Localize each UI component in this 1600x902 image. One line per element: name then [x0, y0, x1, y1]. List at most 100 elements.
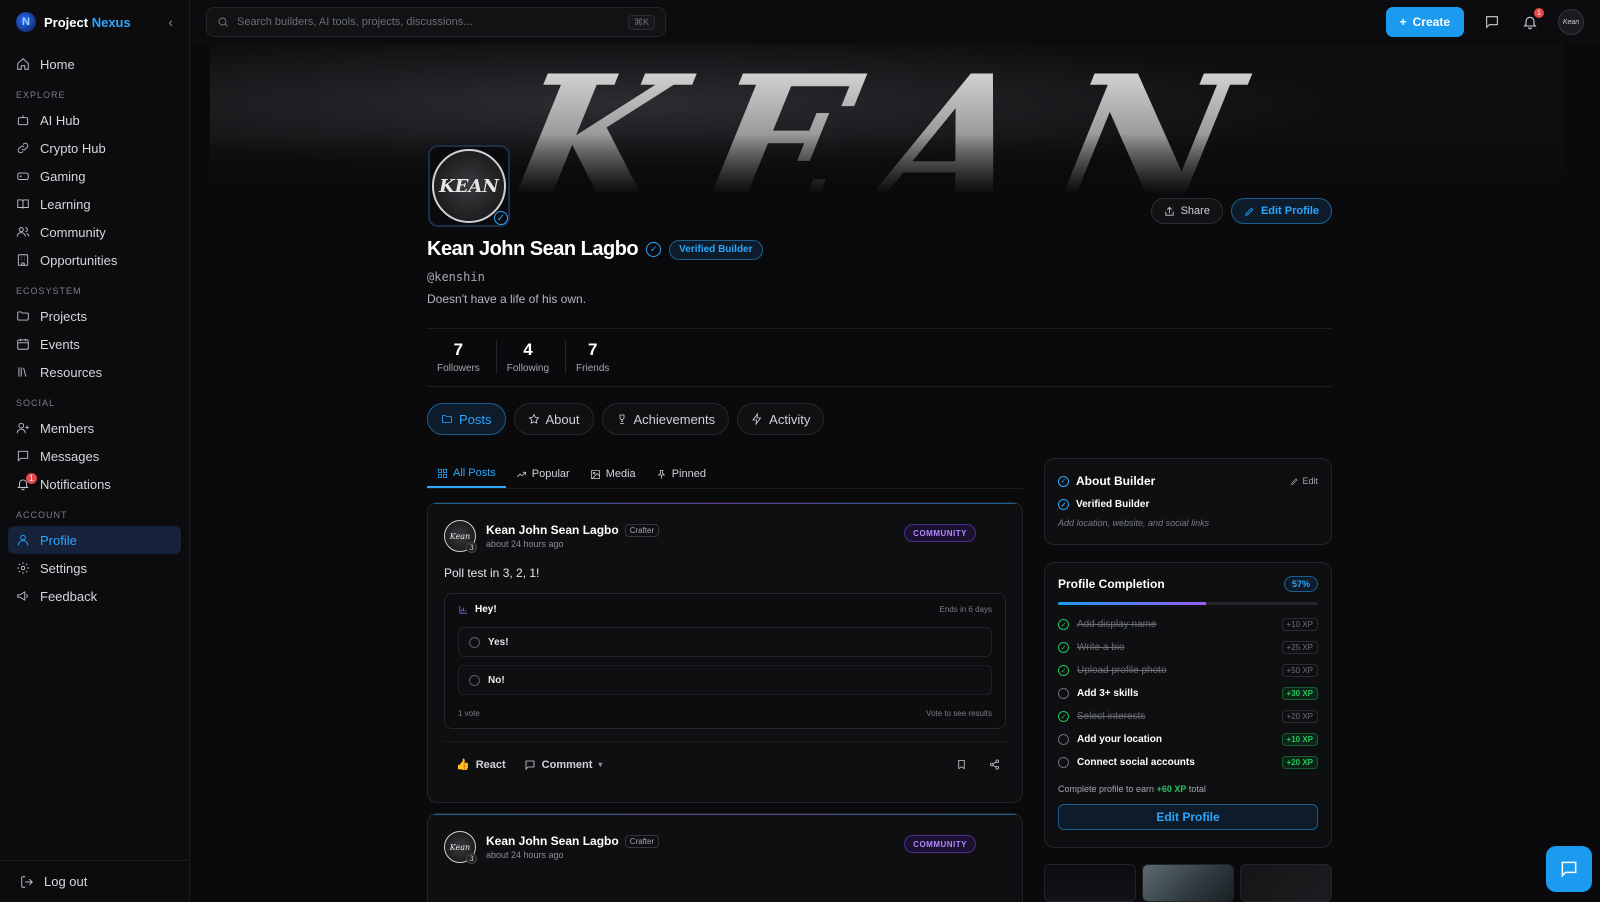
- logout-button[interactable]: Log out: [0, 860, 190, 902]
- profile-avatar-image: KEAN: [432, 149, 506, 223]
- post-author-name[interactable]: Kean John Sean Lagbo: [486, 834, 619, 848]
- tab-posts[interactable]: Posts: [427, 403, 506, 435]
- folder-icon: [17, 311, 29, 321]
- completion-edit-profile-button[interactable]: Edit Profile: [1058, 804, 1318, 830]
- tab-about[interactable]: About: [513, 403, 594, 435]
- share-icon[interactable]: [989, 759, 1000, 770]
- post-author-avatar[interactable]: Kean 3: [444, 520, 477, 553]
- search-bar[interactable]: ⌘K: [206, 7, 666, 37]
- stat-followers[interactable]: 7 Followers: [427, 340, 497, 374]
- home-icon: [17, 58, 29, 70]
- folder-icon: [442, 415, 452, 423]
- post-filter-tabs: All Posts Popular Media Pinned: [427, 460, 1023, 489]
- profile-banner: KEAN: [210, 44, 1565, 194]
- subtab-pinned[interactable]: Pinned: [646, 460, 716, 488]
- bookmark-icon[interactable]: [956, 759, 967, 770]
- check-circle-icon: ✓: [1058, 619, 1069, 630]
- media-thumbnail[interactable]: [1044, 864, 1136, 902]
- user-avatar-menu[interactable]: Kean: [1558, 9, 1584, 35]
- subtab-all-posts[interactable]: All Posts: [427, 460, 506, 488]
- library-icon: [18, 367, 27, 377]
- sidebar-item-home[interactable]: Home: [8, 50, 181, 78]
- community-tag[interactable]: COMMUNITY: [904, 835, 976, 853]
- completion-footer: Complete profile to earn +60 XP total: [1058, 784, 1206, 794]
- poll-option[interactable]: Yes!: [458, 627, 992, 657]
- messages-button[interactable]: [1482, 12, 1502, 32]
- post-author-name[interactable]: Kean John Sean Lagbo: [486, 523, 619, 537]
- sidebar-item-profile[interactable]: Profile: [8, 526, 181, 554]
- task-xp: +20 XP: [1281, 710, 1318, 723]
- task-label: Select interests: [1077, 711, 1146, 722]
- stat-following[interactable]: 4 Following: [497, 340, 567, 374]
- poll-ends: Ends in 6 days: [939, 604, 992, 614]
- sidebar-item-feedback[interactable]: Feedback: [8, 582, 181, 610]
- search-input[interactable]: [237, 16, 620, 28]
- check-circle-icon: ✓: [1058, 711, 1069, 722]
- circle-icon: [1058, 688, 1069, 699]
- post-actions: 👍 React Comment ▾: [444, 741, 1006, 787]
- community-tag[interactable]: COMMUNITY: [904, 524, 976, 542]
- sidebar-item-notifications[interactable]: 1 Notifications: [8, 470, 181, 498]
- sidebar-item-learning[interactable]: Learning: [8, 190, 181, 218]
- profile-avatar[interactable]: KEAN ✓: [428, 145, 510, 227]
- share-button[interactable]: Share: [1150, 198, 1223, 224]
- completion-task[interactable]: ✓ Add display name +10 XP: [1058, 613, 1318, 636]
- stat-friends[interactable]: 7 Friends: [566, 340, 625, 374]
- post-timestamp: about 24 hours ago: [486, 539, 564, 549]
- sidebar-item-messages[interactable]: Messages: [8, 442, 181, 470]
- gear-icon: [17, 562, 29, 574]
- chat-fab-button[interactable]: [1546, 846, 1592, 892]
- react-button[interactable]: 👍 React: [456, 758, 506, 772]
- completion-task[interactable]: Add your location +10 XP: [1058, 728, 1318, 751]
- completion-task[interactable]: ✓ Select interests +20 XP: [1058, 705, 1318, 728]
- brand-name: Project Nexus: [44, 14, 131, 30]
- sidebar-item-gaming[interactable]: Gaming: [8, 162, 181, 190]
- role-tag: Crafter: [624, 834, 660, 848]
- calendar-icon: [17, 338, 29, 350]
- logout-icon: [21, 875, 33, 888]
- sidebar-item-members[interactable]: Members: [8, 414, 181, 442]
- subtab-popular[interactable]: Popular: [506, 460, 580, 488]
- collapse-sidebar-icon[interactable]: ‹: [168, 14, 173, 30]
- grid-icon: [437, 468, 448, 478]
- about-builder-title: About Builder: [1076, 474, 1156, 488]
- sidebar-item-projects[interactable]: Projects: [8, 302, 181, 330]
- book-icon: [17, 199, 29, 209]
- poll: Hey! Ends in 6 days Yes! No! 1 vote Vote…: [444, 593, 1006, 729]
- sidebar-item-community[interactable]: Community: [8, 218, 181, 246]
- poll-hint: Vote to see results: [926, 709, 992, 718]
- poll-option[interactable]: No!: [458, 665, 992, 695]
- image-icon: [590, 469, 600, 479]
- sidebar-item-opportunities[interactable]: Opportunities: [8, 246, 181, 274]
- check-circle-icon: ✓: [1058, 642, 1069, 653]
- edit-profile-button[interactable]: Edit Profile: [1230, 198, 1332, 224]
- completion-task[interactable]: ✓ Write a bio +25 XP: [1058, 636, 1318, 659]
- share-icon: [1164, 206, 1174, 216]
- sidebar-item-events[interactable]: Events: [8, 330, 181, 358]
- comment-button[interactable]: Comment ▾: [524, 759, 602, 771]
- tab-activity[interactable]: Activity: [737, 403, 825, 435]
- sidebar-item-crypto-hub[interactable]: Crypto Hub: [8, 134, 181, 162]
- media-thumbnail[interactable]: [1142, 864, 1234, 902]
- sidebar-item-ai-hub[interactable]: AI Hub: [8, 106, 181, 134]
- sidebar-item-settings[interactable]: Settings: [8, 554, 181, 582]
- completion-task[interactable]: Connect social accounts +20 XP: [1058, 751, 1318, 774]
- sidebar-item-resources[interactable]: Resources: [8, 358, 181, 386]
- tab-achievements[interactable]: Achievements: [601, 403, 730, 435]
- completion-task[interactable]: Add 3+ skills +30 XP: [1058, 682, 1318, 705]
- subtab-media[interactable]: Media: [580, 460, 646, 488]
- completion-task[interactable]: ✓ Upload profile photo +50 XP: [1058, 659, 1318, 682]
- star-icon: [528, 413, 539, 424]
- zap-icon: [752, 413, 762, 425]
- media-thumbnail[interactable]: [1240, 864, 1332, 902]
- notifications-button[interactable]: 1: [1520, 8, 1544, 32]
- create-button[interactable]: + Create: [1385, 7, 1464, 37]
- section-ecosystem: ECOSYSTEM: [16, 286, 82, 296]
- check-circle-icon: ✓: [1058, 475, 1069, 487]
- profile-handle: @kenshin: [427, 270, 485, 284]
- notification-count-badge: 1: [1534, 8, 1544, 18]
- post-author-avatar[interactable]: Kean 3: [444, 831, 477, 864]
- about-edit-link[interactable]: Edit: [1290, 476, 1318, 486]
- brand[interactable]: N Project Nexus ‹: [0, 0, 189, 44]
- gamepad-icon: [17, 172, 29, 180]
